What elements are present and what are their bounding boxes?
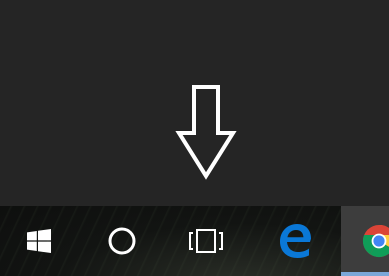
start-button[interactable] [0,206,78,276]
task-view-icon [189,229,223,253]
down-arrow-icon [175,85,237,180]
taskbar [0,206,389,276]
desktop-area [0,0,389,206]
windows-logo-icon [27,229,51,253]
task-view-button[interactable] [166,206,246,276]
edge-button[interactable] [253,206,337,276]
screen [0,0,389,276]
edge-e-icon [280,224,311,258]
cortana-button[interactable] [82,206,162,276]
chrome-active-indicator [341,272,389,276]
cortana-circle-icon [108,227,136,255]
chrome-icon [362,224,389,258]
chrome-button[interactable] [341,206,389,276]
